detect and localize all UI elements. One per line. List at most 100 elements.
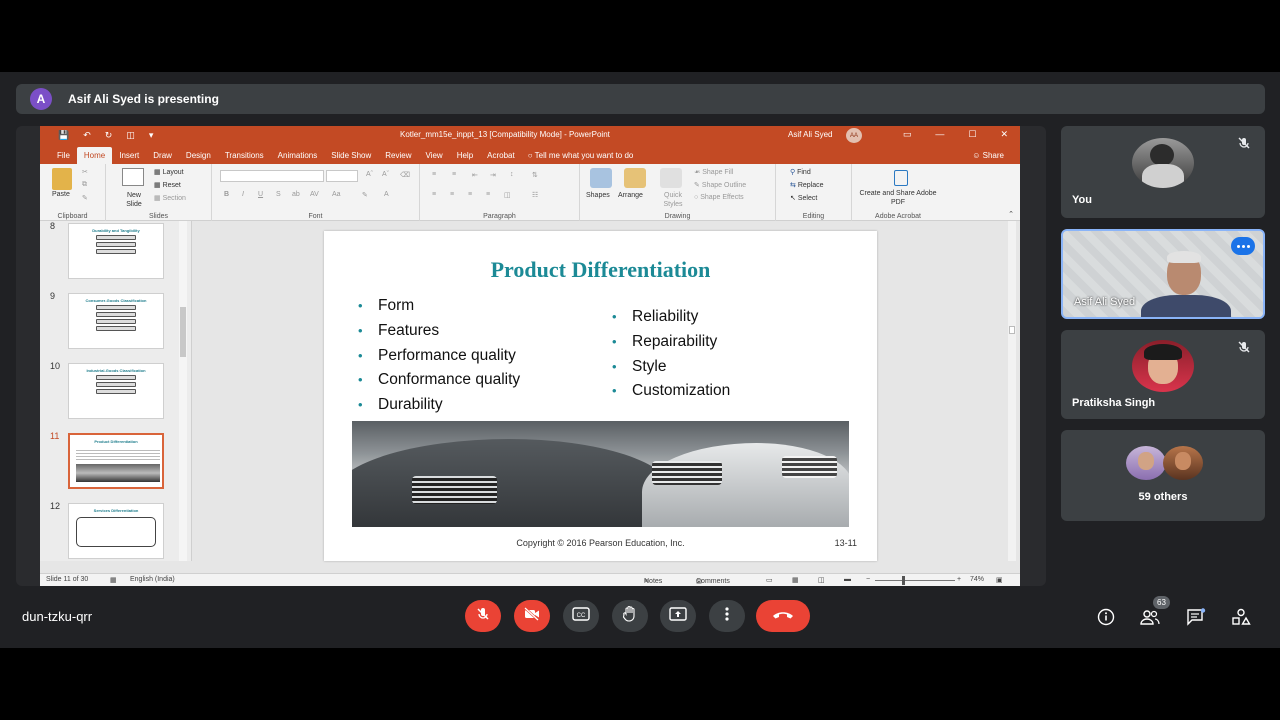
tab-file[interactable]: File (50, 151, 77, 164)
tab-transitions[interactable]: Transitions (218, 151, 271, 164)
maximize-icon[interactable]: ☐ (968, 129, 976, 140)
spellcheck-icon[interactable]: ▦ (110, 576, 117, 584)
current-slide[interactable]: Product Differentiation Form Features Pe… (324, 231, 877, 561)
thumbnail-preview[interactable]: Services Differentiation (68, 503, 164, 559)
camera-toggle-button[interactable] (514, 600, 550, 632)
tab-home[interactable]: Home (76, 147, 113, 164)
cut-icon[interactable]: ✂ (82, 168, 88, 176)
quick-styles-button[interactable]: Quick Styles (658, 191, 688, 209)
shape-outline-button[interactable]: ✎ Shape Outline (694, 181, 746, 189)
shapes-icon[interactable] (590, 168, 612, 188)
bullets-icon[interactable]: ≡ (432, 171, 436, 178)
language-indicator[interactable]: English (India) (130, 576, 175, 583)
collapse-ribbon-icon[interactable]: ⌃ (1008, 210, 1014, 218)
paste-icon[interactable] (52, 168, 72, 190)
tab-acrobat[interactable]: Acrobat (480, 151, 522, 164)
quick-styles-icon[interactable] (660, 168, 682, 188)
zoom-level[interactable]: 74% (970, 576, 984, 583)
shape-effects-button[interactable]: ○ Shape Effects (694, 194, 744, 201)
tab-animations[interactable]: Animations (271, 151, 325, 164)
font-name-field[interactable] (220, 170, 324, 182)
thumbnail-slide-11[interactable]: 11 Product Differentiation (40, 431, 192, 491)
layout-button[interactable]: ▦ Layout (154, 168, 184, 176)
shape-fill-button[interactable]: ☙ Shape Fill (694, 168, 733, 176)
smartart-icon[interactable]: ☷ (532, 191, 538, 199)
strikethrough-icon[interactable]: ab (292, 191, 300, 198)
reading-view-icon[interactable]: ◫ (818, 576, 825, 584)
line-spacing-icon[interactable]: ↕ (510, 171, 514, 178)
slide-title[interactable]: Product Differentiation (324, 257, 877, 283)
chat-icon[interactable] (1186, 607, 1206, 627)
thumbnail-preview[interactable]: Consumer-Goods Classification (68, 293, 164, 349)
char-spacing-icon[interactable]: AV (310, 191, 319, 198)
thumbnail-slide-12[interactable]: 12 Services Differentiation (40, 501, 192, 561)
font-color-icon[interactable]: A (384, 191, 389, 198)
captions-button[interactable]: CC (563, 600, 599, 632)
undo-icon[interactable]: ↶ (83, 130, 91, 141)
normal-view-icon[interactable]: ▭ (766, 576, 773, 584)
numbering-icon[interactable]: ≡ (452, 171, 456, 178)
shadow-icon[interactable]: S (276, 191, 281, 198)
reset-button[interactable]: ▦ Reset (154, 181, 181, 189)
customize-qat-icon[interactable]: ▾ (149, 130, 154, 141)
meeting-details-icon[interactable] (1096, 607, 1116, 627)
tab-design[interactable]: Design (179, 151, 218, 164)
minimize-icon[interactable]: — (935, 129, 944, 140)
italic-icon[interactable]: I (242, 191, 244, 198)
copy-icon[interactable]: ⧉ (82, 181, 87, 189)
clear-format-icon[interactable]: ⌫ (400, 171, 410, 179)
new-slide-icon[interactable] (122, 168, 144, 186)
save-icon[interactable]: 💾 (58, 130, 69, 141)
people-icon[interactable] (1140, 607, 1160, 627)
participant-tile-pratiksha-singh[interactable]: Pratiksha Singh (1061, 330, 1265, 419)
thumbnail-preview[interactable]: Industrial-Goods Classification (68, 363, 164, 419)
raise-hand-button[interactable] (612, 600, 648, 632)
close-icon[interactable]: ✕ (1000, 129, 1008, 140)
right-bullet-list[interactable]: Reliability Repairability Style Customiz… (608, 305, 730, 404)
underline-icon[interactable]: U (258, 191, 263, 198)
user-name[interactable]: Asif Ali Syed (788, 130, 832, 139)
tab-view[interactable]: View (419, 151, 450, 164)
mic-toggle-button[interactable] (465, 600, 501, 632)
find-button[interactable]: ⚲ Find (790, 168, 811, 176)
text-direction-icon[interactable]: ⇅ (532, 171, 538, 179)
user-initials[interactable]: AA (846, 128, 862, 143)
thumbnail-slide-8[interactable]: 8 Durability and Tangibility (40, 221, 192, 281)
activities-icon[interactable] (1231, 607, 1251, 627)
grow-font-icon[interactable]: Aˆ (366, 171, 373, 178)
leave-call-button[interactable] (756, 600, 810, 632)
tab-help[interactable]: Help (450, 151, 480, 164)
ribbon-display-icon[interactable]: ▭ (903, 129, 912, 140)
zoom-slider-handle[interactable] (902, 576, 905, 585)
participant-tile-asif-ali-syed[interactable]: Asif Ali Syed (1061, 229, 1265, 319)
more-options-button[interactable] (709, 600, 745, 632)
tab-review[interactable]: Review (378, 151, 418, 164)
fit-slide-icon[interactable]: ▣ (996, 576, 1003, 584)
new-slide-button[interactable]: New Slide (120, 191, 148, 209)
section-button[interactable]: ▦ Section (154, 194, 186, 202)
presenter-view-icon[interactable]: ◫ (126, 130, 135, 141)
align-center-icon[interactable]: ≡ (450, 191, 454, 198)
decrease-indent-icon[interactable]: ⇤ (472, 171, 478, 179)
change-case-icon[interactable]: Aa (332, 191, 341, 198)
participant-tile-others[interactable]: 59 others (1061, 430, 1265, 521)
shapes-button[interactable]: Shapes (586, 192, 610, 199)
slide-sorter-icon[interactable]: ▦ (792, 576, 799, 584)
align-right-icon[interactable]: ≡ (468, 191, 472, 198)
zoom-out-icon[interactable]: − (866, 576, 870, 583)
tab-slide-show[interactable]: Slide Show (324, 151, 378, 164)
highlight-icon[interactable]: ✎ (362, 191, 368, 199)
present-screen-button[interactable] (660, 600, 696, 632)
slide-scrollbar[interactable] (1008, 221, 1016, 561)
bold-icon[interactable]: B (224, 191, 229, 198)
shrink-font-icon[interactable]: Aˇ (382, 171, 389, 178)
left-bullet-list[interactable]: Form Features Performance quality Confor… (354, 294, 520, 418)
redo-icon[interactable]: ↻ (105, 130, 113, 141)
share-button[interactable]: ☺ Share (972, 151, 1004, 160)
slideshow-icon[interactable]: ▬ (844, 576, 851, 583)
arrange-icon[interactable] (624, 168, 646, 188)
increase-indent-icon[interactable]: ⇥ (490, 171, 496, 179)
thumbnail-slide-10[interactable]: 10 Industrial-Goods Classification (40, 361, 192, 421)
arrange-button[interactable]: Arrange (618, 192, 643, 199)
format-painter-icon[interactable]: ✎ (82, 194, 88, 202)
